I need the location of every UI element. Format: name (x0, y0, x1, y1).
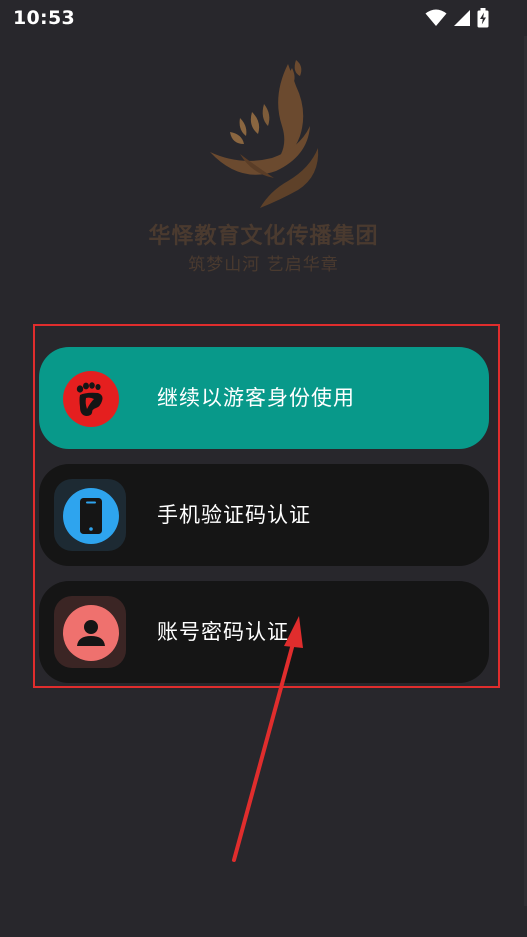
battery-charging-icon (477, 8, 489, 28)
status-bar: 10:53 (0, 0, 527, 36)
footprint-icon (63, 371, 119, 427)
cellular-signal-icon (453, 9, 471, 27)
login-screen: 10:53 华怿教育文化传播集团 筑梦山河 艺启华章 继续以游客身份使用 手机验… (0, 0, 527, 937)
phone-icon (63, 488, 119, 544)
brand-slogan: 筑梦山河 艺启华章 (188, 255, 339, 275)
status-time: 10:53 (13, 7, 75, 29)
guest-login-button[interactable]: 继续以游客身份使用 (39, 347, 489, 449)
brand-logo-icon (210, 60, 319, 208)
brand-header: 华怿教育文化传播集团 筑梦山河 艺启华章 (0, 50, 527, 280)
wifi-icon (425, 9, 447, 27)
status-icons (425, 7, 489, 29)
account-password-label: 账号密码认证 (157, 620, 289, 644)
phone-verify-label: 手机验证码认证 (157, 503, 311, 527)
user-icon (63, 605, 119, 661)
account-password-button[interactable]: 账号密码认证 (39, 581, 489, 683)
brand-name: 华怿教育文化传播集团 (148, 224, 379, 249)
phone-verify-button[interactable]: 手机验证码认证 (39, 464, 489, 566)
guest-login-label: 继续以游客身份使用 (157, 386, 355, 410)
